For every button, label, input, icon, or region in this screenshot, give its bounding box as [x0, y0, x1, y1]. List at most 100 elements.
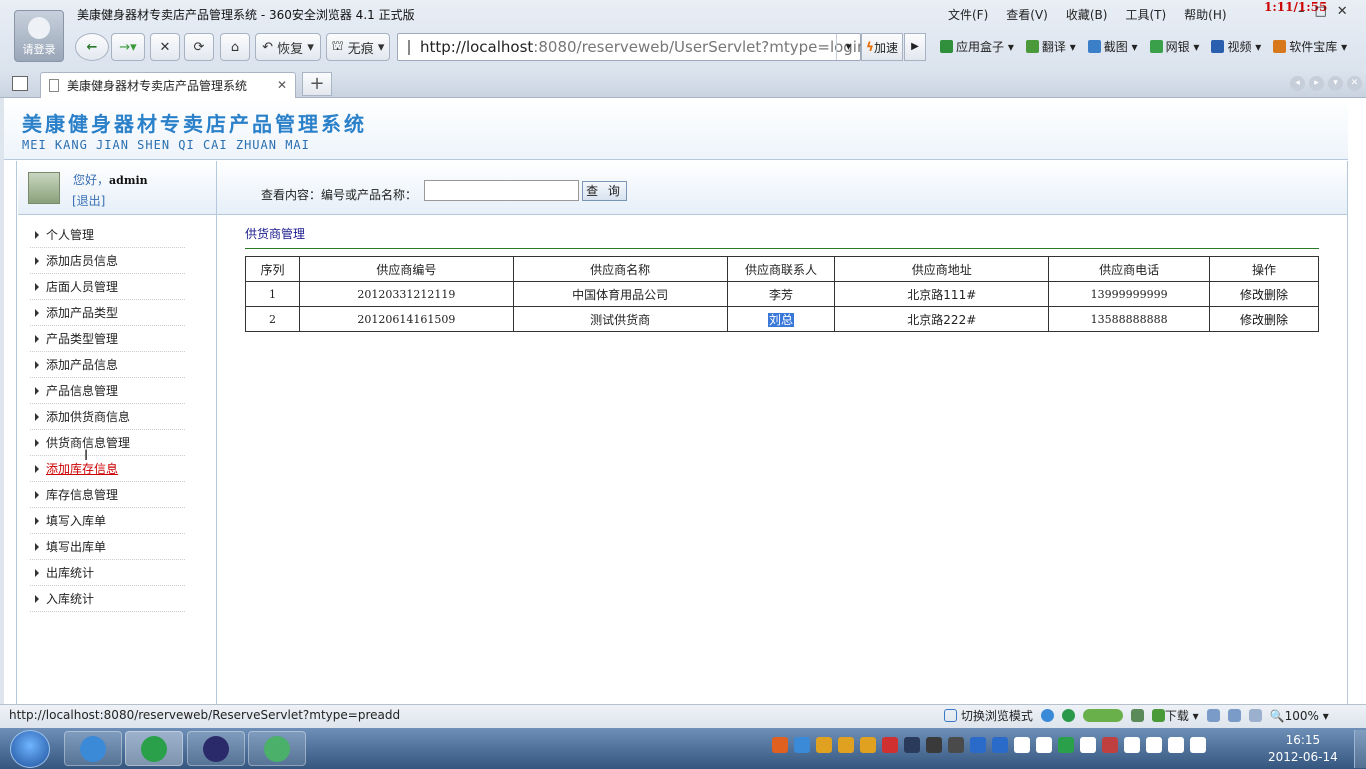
tab-close-all-icon[interactable]: ✕ [1347, 76, 1362, 91]
sidebar-item[interactable]: 添加供货商信息 [30, 404, 185, 430]
refresh-icon[interactable]: ⟳ [184, 33, 214, 61]
toolbar-tool[interactable]: 软件宝库 ▾ [1273, 38, 1347, 55]
tray-tool-icon[interactable] [926, 737, 942, 753]
forward-arrow-icon[interactable]: →▾ [111, 33, 145, 61]
address-dropdown-icon[interactable]: ▾ [836, 34, 860, 60]
tool-dropdown-icon: ▾ [1065, 40, 1076, 54]
tray-security-icon[interactable] [992, 737, 1008, 753]
sidebar-item[interactable]: 添加店员信息 [30, 248, 185, 274]
menu-item[interactable]: 文件(F) [948, 6, 988, 23]
screen-icon[interactable] [1227, 709, 1241, 722]
sidebar-item[interactable]: 添加产品类型 [30, 300, 185, 326]
menu-item[interactable]: 收藏(B) [1066, 6, 1108, 23]
sidebar-item[interactable]: 个人管理 [30, 222, 185, 248]
tray-grid-icon[interactable] [1014, 737, 1030, 753]
tab-close-icon[interactable]: ✕ [277, 78, 287, 92]
tray-camera-icon[interactable] [948, 737, 964, 753]
arrow-right-icon [35, 464, 39, 473]
download-icon [1151, 709, 1165, 722]
speed-button[interactable]: ϟ 加速 [861, 33, 903, 61]
new-tab-button[interactable]: + [302, 72, 332, 96]
menu-item[interactable]: 工具(T) [1125, 6, 1166, 23]
sidebar-item[interactable]: 入库统计 [30, 586, 185, 612]
sidebar-item[interactable]: 库存信息管理 [30, 482, 185, 508]
home-icon[interactable]: ⌂ [220, 33, 250, 61]
delete-link[interactable]: 删除 [1264, 288, 1288, 302]
maximize-icon[interactable]: □ [1315, 4, 1327, 19]
close-window-icon[interactable]: ✕ [1337, 4, 1348, 19]
taskbar-eclipse[interactable] [187, 731, 245, 766]
tab-scroll-left-icon[interactable]: ◂ [1290, 76, 1305, 91]
toolbar-tool[interactable]: 应用盒子 ▾ [940, 38, 1014, 55]
sidebar-item[interactable]: 店面人员管理 [30, 274, 185, 300]
go-arrow-icon[interactable]: ▶ [904, 33, 926, 61]
search-input[interactable] [424, 180, 579, 201]
tray-note-icon[interactable] [1036, 737, 1052, 753]
tab-scroll-right-icon[interactable]: ▸ [1309, 76, 1324, 91]
tab-list-icon[interactable]: ▾ [1328, 76, 1343, 91]
settings-icon[interactable] [1130, 709, 1144, 722]
sidebar-item[interactable]: 产品信息管理 [30, 378, 185, 404]
tray-qq2-icon[interactable] [838, 737, 854, 753]
tray-pin-icon[interactable] [1102, 737, 1118, 753]
menu-item[interactable]: 帮助(H) [1184, 6, 1226, 23]
clock[interactable]: 16:15 2012-06-14 [1268, 732, 1338, 766]
tray-doc-icon[interactable] [1080, 737, 1096, 753]
sidebar-item[interactable]: 添加产品信息 [30, 352, 185, 378]
address-bar[interactable]: http://localhost:8080/reserveweb/UserSer… [397, 33, 866, 61]
tray-monitor-icon[interactable] [904, 737, 920, 753]
tray-360-icon[interactable] [1058, 737, 1074, 753]
sidebar-item[interactable]: 产品类型管理 [30, 326, 185, 352]
taskbar-360-browser[interactable] [125, 731, 183, 766]
stop-icon[interactable]: ✕ [150, 33, 180, 61]
arrow-right-icon [35, 308, 39, 317]
globe-icon[interactable] [1061, 709, 1075, 722]
tray-qq-icon[interactable] [816, 737, 832, 753]
notrace-button[interactable]: ⛫ 无痕 ▾ [326, 33, 390, 61]
sidebar-item-label: 店面人员管理 [46, 280, 119, 294]
tray-qq3-icon[interactable] [860, 737, 876, 753]
switch-mode-button[interactable]: 切换浏览模式 [944, 707, 1033, 724]
sidebar-item[interactable]: 添加库存信息 [30, 456, 185, 482]
ie-mode-icon[interactable] [1040, 709, 1054, 722]
delete-link[interactable]: 删除 [1264, 313, 1288, 327]
minimize-icon[interactable]: – [1298, 4, 1305, 19]
sidebar-item[interactable]: 填写出库单 [30, 534, 185, 560]
toolbar-tool[interactable]: 翻译 ▾ [1025, 38, 1076, 55]
sidebar-item[interactable]: 填写入库单 [30, 508, 185, 534]
sidebar-toggle-icon[interactable] [12, 76, 28, 91]
download-button[interactable]: 下载 ▾ [1151, 707, 1199, 724]
speed-label: 加速 [873, 40, 898, 55]
sidebar-item[interactable]: 供货商信息管理 [30, 430, 185, 456]
tray-alert-icon[interactable] [882, 737, 898, 753]
zoom-control[interactable]: 🔍100% ▾ [1270, 709, 1329, 723]
tray-device-icon[interactable] [1146, 737, 1162, 753]
tray-flag-icon[interactable] [1124, 737, 1140, 753]
toggle-icon[interactable] [1082, 709, 1123, 722]
page-icon-small[interactable] [1206, 709, 1220, 722]
tool-dropdown-icon: ▾ [1127, 40, 1138, 54]
ime-icon[interactable] [772, 737, 788, 753]
tray-app-icon[interactable] [794, 737, 810, 753]
edit-link[interactable]: 修改 [1240, 313, 1264, 327]
windows-start-icon[interactable] [10, 730, 50, 768]
taskbar-app[interactable] [248, 731, 306, 766]
toolbar-tool[interactable]: 视频 ▾ [1211, 38, 1261, 55]
search-button[interactable]: 查 询 [582, 181, 627, 201]
tray-volume-icon[interactable] [1190, 737, 1206, 753]
edit-link[interactable]: 修改 [1240, 288, 1264, 302]
toolbar-tool[interactable]: 网银 ▾ [1149, 38, 1199, 55]
restore-button[interactable]: ↶ 恢复 ▾ [255, 33, 321, 61]
menu-item[interactable]: 查看(V) [1006, 6, 1048, 23]
taskbar-ie[interactable] [64, 731, 122, 766]
tray-network-icon[interactable] [1168, 737, 1184, 753]
tray-shield-icon[interactable] [970, 737, 986, 753]
tab-current[interactable]: 美康健身器材专卖店产品管理系统 ✕ [40, 72, 296, 98]
back-arrow-icon[interactable]: ← [75, 33, 109, 61]
logout-link[interactable]: [退出] [72, 192, 105, 209]
volume-icon[interactable] [1248, 709, 1262, 722]
sidebar-item[interactable]: 出库统计 [30, 560, 185, 586]
toolbar-tool[interactable]: 截图 ▾ [1087, 38, 1138, 55]
show-desktop-button[interactable] [1354, 730, 1366, 768]
login-avatar-button[interactable]: 请登录 [14, 10, 64, 62]
